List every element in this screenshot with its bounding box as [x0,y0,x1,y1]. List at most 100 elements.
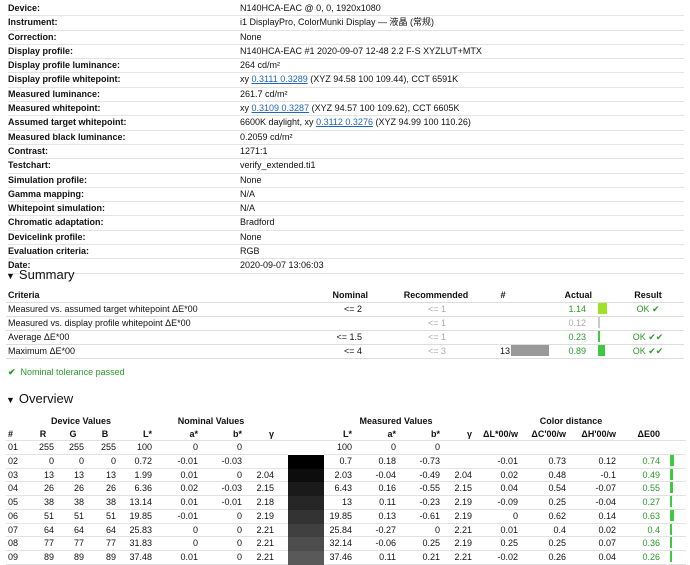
nominal-tolerance-status: ✔ Nominal tolerance passed [8,367,125,377]
cell-mL: 0.7 [339,456,352,467]
cell-ma: 0.16 [378,483,396,494]
cell-B: 26 [105,483,116,494]
actual-bar [598,303,607,314]
cell-ng: 2.21 [256,524,274,535]
overview-col-header: b* [431,428,440,439]
whitepoint-link[interactable]: 0.3112 0.3276 [316,117,373,127]
color-swatch [288,523,324,538]
cell-dH: 0.04 [598,551,616,562]
cell-n: 08 [8,538,19,549]
color-swatch [288,482,324,497]
cell-n: 02 [8,456,19,467]
cell-R: 38 [43,497,54,508]
cell-dC: 0.4 [553,524,566,535]
cell-dH: 0.02 [598,524,616,535]
cell-B: 13 [105,469,116,480]
actual-value: 0.12 [568,318,586,328]
whitepoint-link[interactable]: 0.3111 0.3289 [252,74,308,84]
cell-ng: 2.04 [256,469,274,480]
cell-dE: 0.27 [642,497,660,508]
info-label: Evaluation criteria: [8,246,90,257]
cell-B: 51 [105,510,116,521]
collapse-triangle-icon[interactable]: ▼ [6,395,15,405]
info-value: RGB [240,246,260,257]
overview-table: Device Values Nominal Values Measured Valu… [6,415,686,565]
summary-heading[interactable]: ▼ Summary [6,267,75,282]
cell-na: 0.02 [180,483,198,494]
info-row: Instrument: i1 DisplayPro, ColorMunki Dis… [8,16,684,31]
cell-dH: -0.1 [600,469,616,480]
cell-B: 38 [105,497,116,508]
cell-dE: 0.4 [647,524,660,535]
cell-ng: 2.21 [256,551,274,562]
cell-G: 255 [68,442,84,453]
info-row: Measured luminance: 261.7 cd/m² [8,88,684,103]
info-value: 0.2059 cd/m² [240,131,293,142]
overview-col-header: ΔC'00/w [531,428,566,439]
cell-mL: 37.46 [329,551,352,562]
info-row: Measured black luminance: 0.2059 cd/m² [8,131,684,145]
actual-value: 1.14 [568,304,586,314]
result-value: OK ✔ [636,304,660,314]
cell-dC: 0.62 [548,510,566,521]
cell-B: 255 [100,442,116,453]
info-row: Date: 2020-09-07 13:06:03 [8,259,684,274]
cell-mL: 6.43 [334,483,352,494]
cell-mL: 100 [336,442,352,453]
delta-e-bar [670,468,673,480]
cell-mg: 2.15 [454,483,472,494]
cell-mb: 0 [434,524,440,535]
color-swatch [288,441,324,456]
cell-dE: 0.55 [642,483,660,494]
info-label: Correction: [8,31,57,42]
info-label: Instrument: [8,17,58,28]
cell-ma: 0.11 [379,497,396,508]
cell-G: 51 [73,510,84,521]
cell-nb: 0 [236,551,242,562]
cell-dE: 0.49 [642,469,660,480]
overview-heading[interactable]: ▼ Overview [6,391,73,406]
cell-mg: 2.19 [454,510,472,521]
info-label: Simulation profile: [8,174,88,185]
cell-dC: 0.54 [548,483,566,494]
info-value: 2020-09-07 13:06:03 [240,260,324,271]
overview-col-header: a* [387,428,396,439]
info-value-suffix: (XYZ 94.58 100 109.44), CCT 6591K [307,74,459,85]
whitepoint-link[interactable]: 0.3109 0.3287 [252,103,310,113]
cell-ng: 2.21 [256,538,274,549]
result-value: OK ✔✔ [632,332,664,342]
cell-nL: 31.83 [129,538,152,549]
info-value: 1271:1 [240,145,268,156]
cell-n: 03 [8,469,19,480]
cell-mb: -0.61 [419,510,440,521]
overview-col-header: ΔL*00/w [483,428,518,439]
actual-bar [598,331,600,342]
overview-col-header: G [69,428,77,439]
color-swatch [288,468,324,483]
info-value: N/A [240,203,256,214]
info-label: Contrast: [8,145,48,156]
cell-mb: -0.55 [419,483,440,494]
cell-na: -0.01 [177,510,198,521]
cell-ng: 2.15 [256,483,274,494]
cell-nL: 37.48 [129,551,152,562]
overview-col-header: L* [343,428,352,439]
cell-nb: 0 [236,442,242,453]
collapse-triangle-icon[interactable]: ▼ [6,271,15,281]
color-swatch [288,550,324,565]
col-criteria: Criteria [8,290,40,300]
cell-nL: 13.14 [129,497,152,508]
cell-B: 64 [105,524,116,535]
cell-mg: 2.19 [454,538,472,549]
info-row: Evaluation criteria: RGB [8,245,684,260]
cell-R: 64 [43,524,54,535]
cell-ma: 0.11 [379,551,396,562]
overview-row: 01 255 255 255 100 0 0 100 0 0 [6,441,686,456]
overview-group-row: Device Values Nominal Values Measured Valu… [6,415,686,428]
nominal-value: <= 2 [343,304,362,314]
overview-row: 08 77 77 77 31.83 0 0 2.21 32.14 -0.06 0.25 2.19 0.2… [6,537,686,551]
col-actual: Actual [564,290,592,300]
cell-ng: 2.19 [256,510,274,521]
cell-G: 38 [73,497,84,508]
overview-col-header: ΔH'00/w [581,428,616,439]
